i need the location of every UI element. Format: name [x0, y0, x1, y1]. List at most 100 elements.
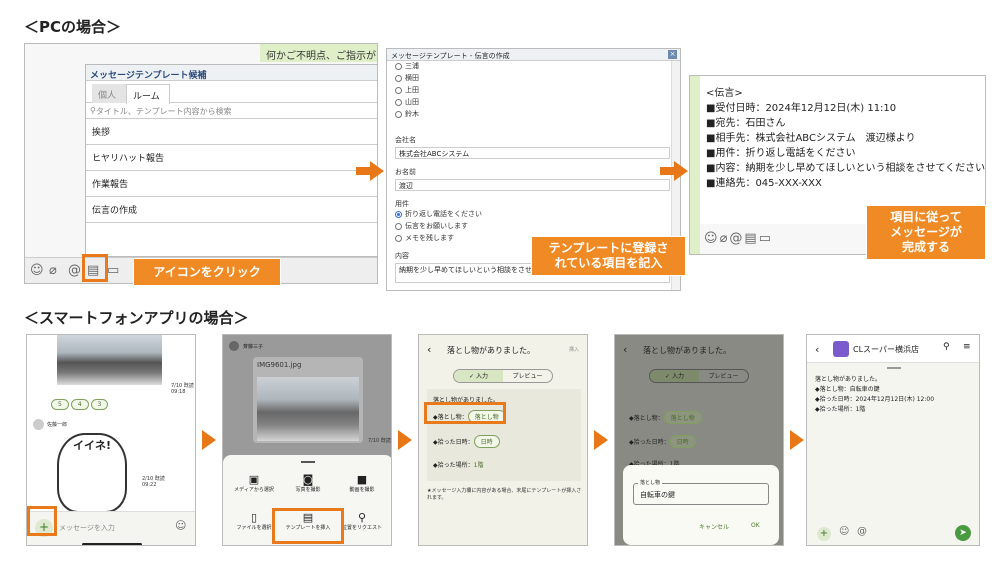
room-name: CLスーパー横浜店 — [853, 345, 919, 354]
comment-icon[interactable]: ▭ — [107, 263, 119, 278]
template-popup: メッセージテンプレート候補 個人 ルーム ⚲ タイトル、テンプレート内容から検索 … — [85, 64, 377, 257]
insert-button[interactable]: 挿入 — [569, 346, 579, 353]
pc-heading: ＜PCの場合＞ — [24, 18, 122, 36]
template-item[interactable]: 作業報告 — [86, 171, 377, 197]
emoji-icon[interactable]: ☺ — [839, 526, 849, 537]
message-input[interactable]: メッセージを入力 — [59, 523, 115, 533]
send-button[interactable]: ➤ — [955, 525, 971, 541]
menu-video[interactable]: ■ 動画を撮影 — [337, 473, 387, 493]
image-icon: ▣ — [248, 473, 260, 486]
tab-room[interactable]: ルーム — [126, 84, 170, 104]
avatar — [33, 419, 44, 430]
message-line: ■受付日時：2024年12月12日(木) 11:10 — [706, 103, 897, 114]
highlight-field — [424, 402, 506, 424]
avatar — [229, 341, 239, 351]
arrow-head — [370, 161, 384, 181]
name-field[interactable]: 渡辺 — [395, 179, 670, 191]
template-item[interactable]: ヒヤリハット報告 — [86, 145, 377, 171]
menu-media[interactable]: ▣ メディアから選択 — [229, 473, 279, 493]
purpose-option[interactable]: メモを残します — [405, 234, 454, 242]
name-option[interactable]: 鈴木 — [405, 110, 419, 118]
callout-fill-template: テンプレートに登録さ れている項目を記入 — [531, 236, 686, 276]
reaction-badge[interactable]: 5 — [51, 399, 69, 410]
tab-preview[interactable]: プレビュー — [503, 370, 552, 382]
message-line: ◆拾った場所：1階 — [815, 406, 866, 413]
highlight-add-button — [27, 506, 57, 536]
message-line: ■相手先：株式会社ABCシステム 渡辺様より — [706, 133, 916, 144]
name-label: お名前 — [395, 168, 416, 176]
back-icon[interactable]: ‹ — [815, 343, 819, 356]
message-line: ■内容：納期を少し早めてほしいという相談をさせてください。 — [706, 163, 986, 174]
company-label: 会社名 — [395, 136, 416, 144]
message-line: 落とし物がありました。 — [815, 376, 882, 383]
smartphone-heading: ＜スマートフォンアプリの場合＞ — [24, 309, 249, 327]
ok-button[interactable]: OK — [751, 522, 760, 529]
comment-icon[interactable]: ▭ — [759, 231, 771, 246]
name-option[interactable]: 山田 — [405, 98, 419, 106]
chat-banner: 何かご不明点、ご指示がご — [260, 44, 377, 62]
file-name: IMG9601.jpg — [257, 361, 302, 369]
search-input[interactable]: ⚲ タイトル、テンプレート内容から検索 — [86, 103, 377, 119]
template-title: 落とし物がありました。 — [447, 346, 535, 355]
attach-icon[interactable]: ⌀ — [49, 263, 57, 278]
message-line: ■用件：折り返し電話をください — [706, 148, 856, 159]
add-button[interactable]: + — [817, 527, 831, 541]
mention-icon[interactable]: @ — [68, 263, 81, 278]
reaction-badge[interactable]: 3 — [90, 399, 109, 410]
cancel-button[interactable]: キャンセル — [699, 522, 729, 531]
menu-location[interactable]: ⚲ 位置をリクエスト — [337, 511, 387, 531]
callout-message-complete: 項目に従って メッセージが 完成する — [866, 205, 986, 260]
back-icon[interactable]: ‹ — [623, 343, 627, 356]
camera-icon: ◙ — [302, 473, 314, 486]
name-option[interactable]: 三浦 — [405, 62, 419, 70]
template-item[interactable]: 挨拶 — [86, 119, 377, 145]
field-chip[interactable]: 日時 — [669, 435, 696, 448]
attach-icon[interactable]: ⌀ — [720, 231, 728, 246]
template-item[interactable]: 伝言の作成 — [86, 197, 377, 223]
tab-personal[interactable]: 個人 — [92, 84, 126, 103]
tab-input[interactable]: ✓ 入力 — [454, 370, 503, 382]
message-line: ■連絡先：045-XXX-XXX — [706, 178, 822, 189]
name-option[interactable]: 横田 — [405, 74, 419, 82]
field-dialog: 落とし物 自転車の鍵 キャンセル OK — [623, 465, 779, 545]
highlight-template-menu — [272, 508, 344, 544]
name-option[interactable]: 上田 — [405, 86, 419, 94]
arrow — [356, 167, 370, 175]
emoji-icon[interactable]: ☺ — [704, 231, 718, 246]
arrow-head — [398, 430, 412, 450]
tab-preview[interactable]: プレビュー — [699, 370, 748, 382]
search-icon[interactable]: ⚲ — [943, 342, 950, 352]
location-icon: ⚲ — [357, 511, 367, 524]
message-line: ■宛先：石田さん — [706, 118, 786, 129]
sp-template-input-screen: ‹ 落とし物がありました。 挿入 ✓ 入力 プレビュー 落とし物がありました。 … — [418, 334, 588, 546]
dialog-input[interactable]: 落とし物 自転車の鍵 — [633, 479, 769, 505]
emoji-icon[interactable]: ☺ — [175, 519, 186, 532]
video-icon: ■ — [356, 473, 368, 486]
field-chip[interactable]: 日時 — [473, 435, 500, 448]
mention-icon[interactable]: @ — [857, 526, 867, 537]
reaction-badge[interactable]: 4 — [70, 399, 89, 410]
arrow — [660, 167, 674, 175]
purpose-label: 用件 — [395, 200, 409, 208]
company-field[interactable]: 株式会社ABCシステム — [395, 147, 670, 159]
sp-field-dialog-screen: ‹ 落とし物がありました。 ✓ 入力 プレビュー ◆落とし物： 落とし物 ◆拾った… — [614, 334, 784, 546]
arrow-head — [674, 161, 688, 181]
highlight-template-icon — [82, 254, 108, 282]
close-icon[interactable]: × — [668, 50, 677, 59]
tab-input[interactable]: ✓ 入力 — [650, 370, 699, 382]
chat-photo — [57, 335, 162, 385]
field-chip[interactable]: 落とし物 — [663, 411, 702, 424]
menu-icon[interactable]: ≡ — [963, 342, 971, 352]
arrow-head — [594, 430, 608, 450]
popup-title: メッセージテンプレート候補 — [86, 65, 377, 81]
purpose-option[interactable]: 伝言をお願いします — [405, 222, 468, 230]
template-icon[interactable]: ▤ — [744, 231, 756, 246]
message-line: <伝言> — [706, 88, 743, 99]
back-icon[interactable]: ‹ — [427, 343, 431, 356]
purpose-option[interactable]: 折り返し電話をください — [405, 210, 482, 218]
menu-photo[interactable]: ◙ 写真を撮影 — [283, 473, 333, 493]
emoji-icon[interactable]: ☺ — [30, 263, 44, 278]
room-avatar — [833, 341, 849, 357]
mention-icon[interactable]: @ — [729, 231, 742, 246]
template-title: 落とし物がありました。 — [643, 346, 731, 355]
